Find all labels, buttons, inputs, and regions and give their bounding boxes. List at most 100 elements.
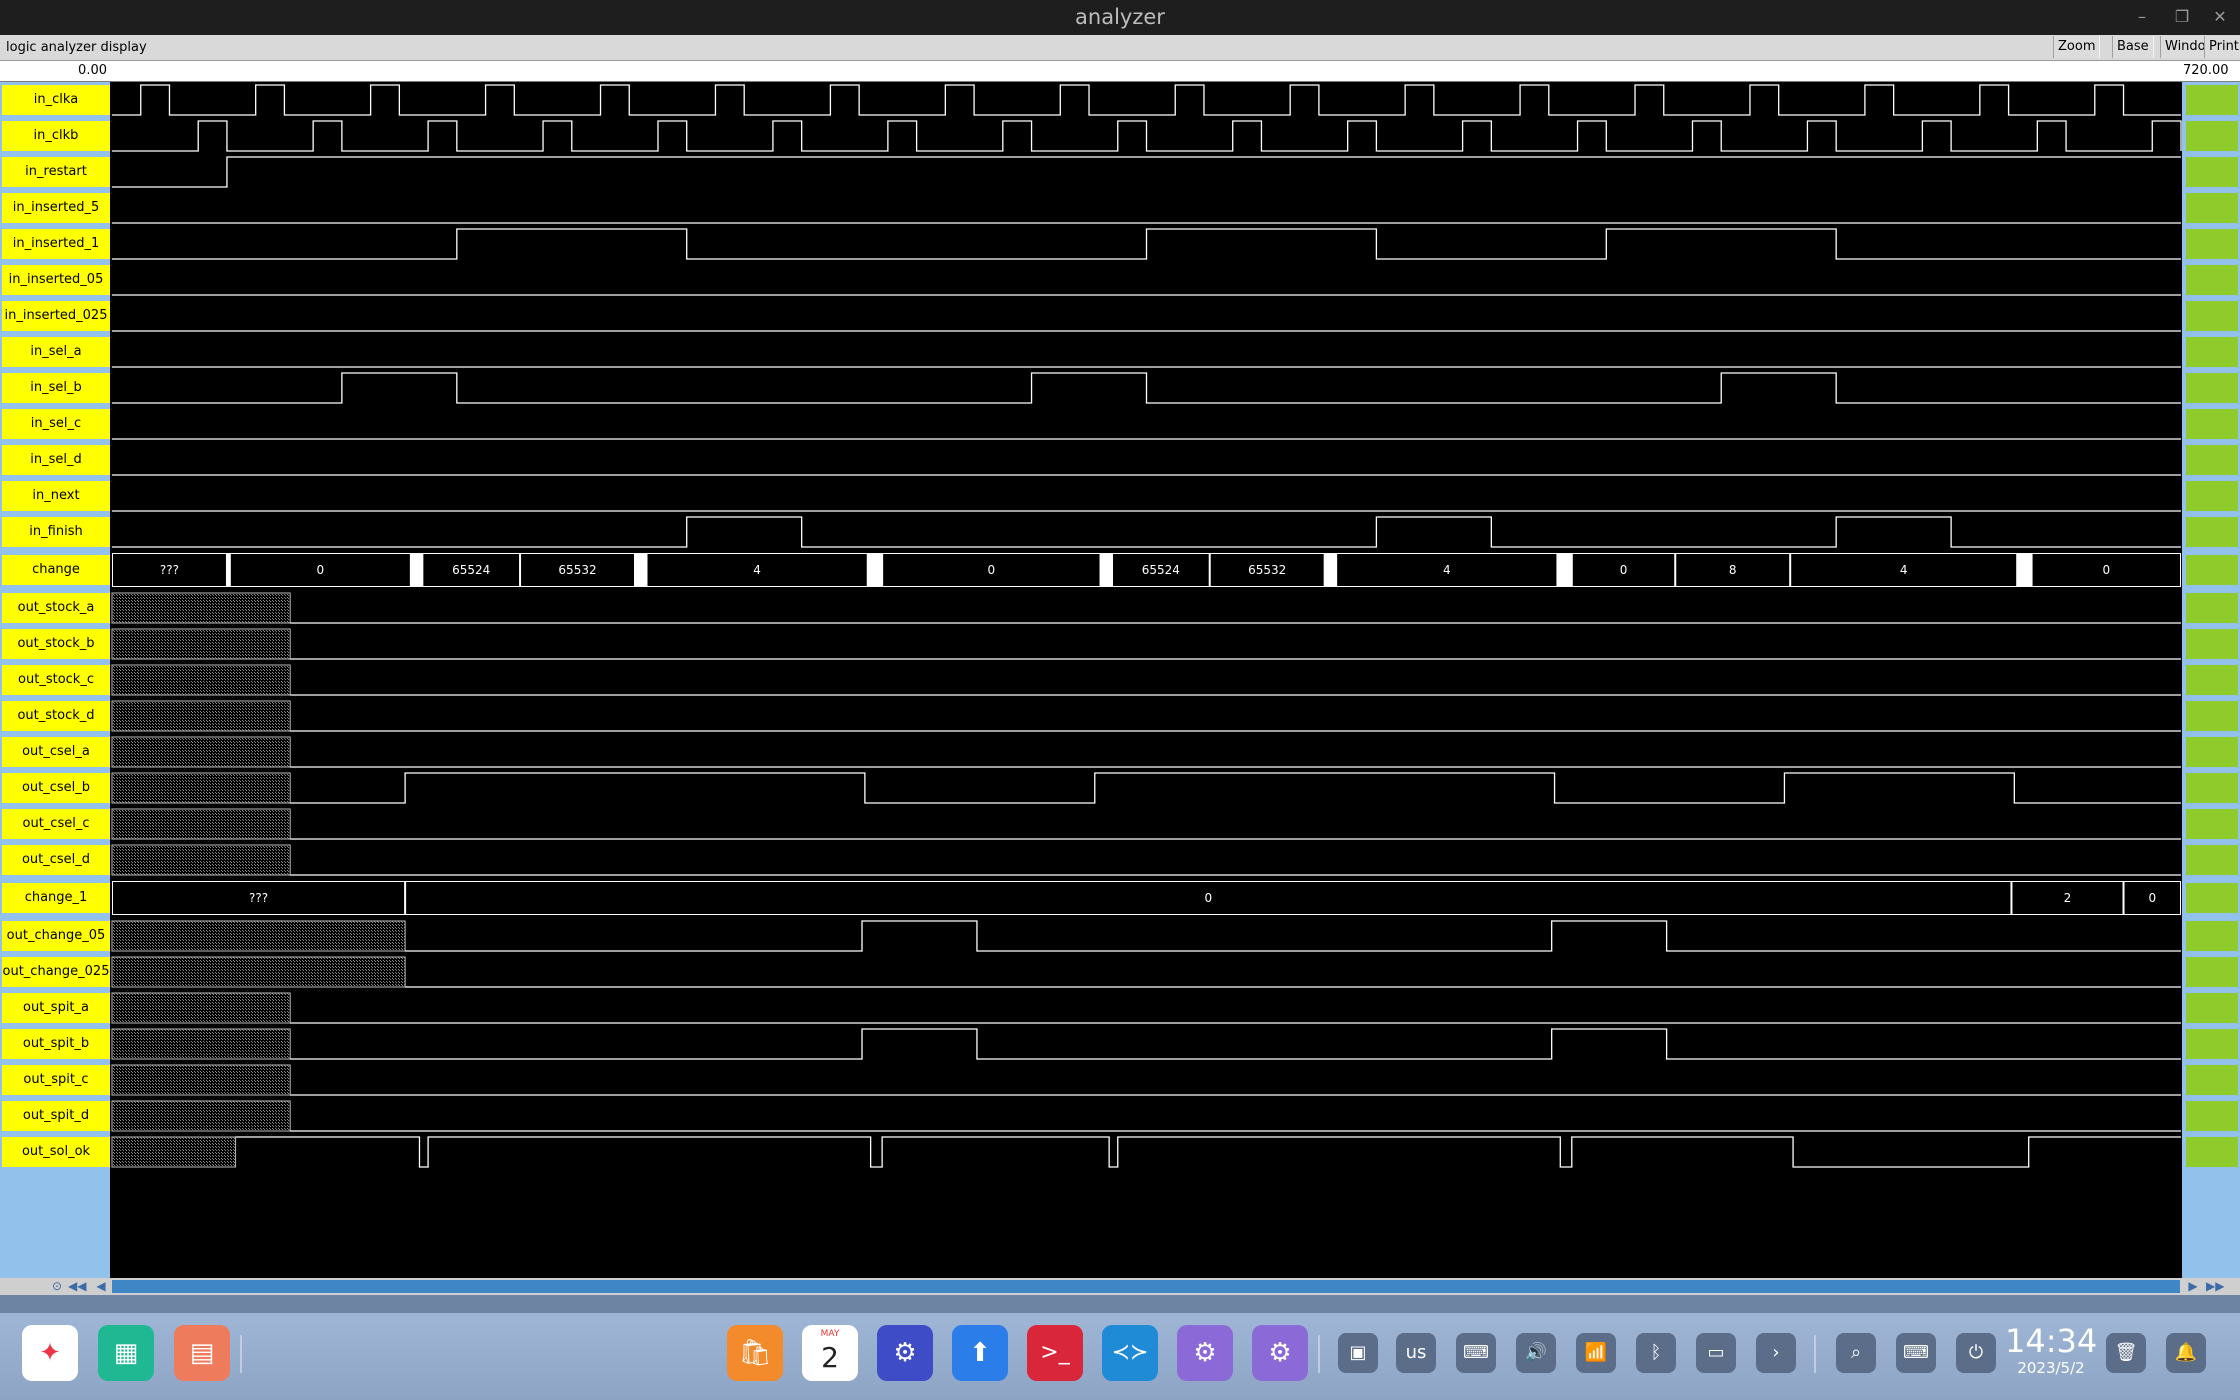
signal-label-out-change-025[interactable]: out_change_025 <box>2 957 110 987</box>
base-button[interactable]: Base <box>2112 36 2154 58</box>
clock-time: 14:34 <box>2005 1322 2098 1360</box>
signal-label-out-spit-d[interactable]: out_spit_d <box>2 1101 110 1131</box>
multitask-view-icon[interactable]: ▦ <box>98 1325 154 1381</box>
zoom-button[interactable]: Zoom <box>2053 36 2101 58</box>
launcher-icon[interactable]: ✦ <box>22 1325 78 1381</box>
waveform-out-csel-b <box>290 772 2181 804</box>
signal-label-in-inserted-05[interactable]: in_inserted_05 <box>2 265 110 295</box>
dock-separator <box>1318 1335 1320 1373</box>
close-button[interactable]: ✕ <box>2202 0 2238 35</box>
settings-icon[interactable]: ⚙ <box>877 1325 933 1381</box>
vscode-icon[interactable]: ≺≻ <box>1102 1325 1158 1381</box>
terminal-icon[interactable]: >_ <box>1027 1325 1083 1381</box>
signal-label-out-sol-ok[interactable]: out_sol_ok <box>2 1137 110 1167</box>
unknown-hatch-out-csel-a <box>111 736 291 768</box>
time-ruler[interactable]: 0.00 720.00 <box>0 61 2240 82</box>
taskbar-dock: ✦ ▦ ▤ 🛍 MAY 2 ⚙ ⬆ >_ ≺≻ ⚙ ⚙ ▣ us ⌨ 🔊 📶 ᛒ… <box>0 1313 2240 1400</box>
battery-icon[interactable]: ▭ <box>1696 1333 1736 1373</box>
forward-icon[interactable]: ▶ <box>2184 1278 2202 1295</box>
unknown-hatch-out-spit-a <box>111 992 291 1024</box>
unknown-hatch-out-csel-d <box>111 844 291 876</box>
calendar-icon[interactable]: MAY 2 <box>802 1325 858 1381</box>
signal-label-in-inserted-5[interactable]: in_inserted_5 <box>2 193 110 223</box>
signal-label-change-1[interactable]: change_1 <box>2 883 110 913</box>
signal-label-in-sel-a[interactable]: in_sel_a <box>2 337 110 367</box>
signal-label-out-stock-c[interactable]: out_stock_c <box>2 665 110 695</box>
signal-label-out-change-05[interactable]: out_change_05 <box>2 921 110 951</box>
signal-value-cell <box>2186 229 2238 259</box>
signal-label-in-restart[interactable]: in_restart <box>2 157 110 187</box>
window-title: analyzer <box>1075 5 1165 29</box>
dock-separator <box>240 1335 242 1373</box>
signal-label-in-sel-b[interactable]: in_sel_b <box>2 373 110 403</box>
signal-label-in-sel-c[interactable]: in_sel_c <box>2 409 110 439</box>
print-button[interactable]: Print <box>2204 36 2240 58</box>
bluetooth-icon[interactable]: ᛒ <box>1636 1333 1676 1373</box>
image-viewer-icon[interactable]: ▣ <box>1338 1333 1378 1373</box>
signal-label-out-csel-c[interactable]: out_csel_c <box>2 809 110 839</box>
signal-label-out-csel-b[interactable]: out_csel_b <box>2 773 110 803</box>
app-store-icon[interactable]: 🛍 <box>727 1325 783 1381</box>
trash-icon[interactable]: 🗑 <box>2106 1333 2146 1373</box>
signal-label-out-spit-a[interactable]: out_spit_a <box>2 993 110 1023</box>
scrollbar-thumb[interactable] <box>112 1280 2180 1293</box>
waveform-out-change-05 <box>405 920 2181 952</box>
waveform-in-clkb <box>112 120 2182 152</box>
deepin-manager-icon[interactable]: ⬆ <box>952 1325 1008 1381</box>
signal-label-out-spit-c[interactable]: out_spit_c <box>2 1065 110 1095</box>
onscreen-keyboard-icon[interactable]: ⌨ <box>1896 1333 1936 1373</box>
rewind-icon[interactable]: ◀◀ <box>68 1278 86 1295</box>
input-method-icon[interactable]: ⌨ <box>1456 1333 1496 1373</box>
signal-value-cell <box>2186 1137 2238 1167</box>
home-icon[interactable]: ⊙ <box>48 1278 66 1295</box>
signal-label-in-next[interactable]: in_next <box>2 481 110 511</box>
signal-label-in-inserted-1[interactable]: in_inserted_1 <box>2 229 110 259</box>
tools-icon[interactable]: ⚙ <box>1177 1325 1233 1381</box>
signal-label-out-csel-a[interactable]: out_csel_a <box>2 737 110 767</box>
tools-icon[interactable]: ⚙ <box>1252 1325 1308 1381</box>
signal-label-in-sel-d[interactable]: in_sel_d <box>2 445 110 475</box>
network-icon[interactable]: 📶 <box>1576 1333 1616 1373</box>
signal-value-cell <box>2186 445 2238 475</box>
signal-label-out-stock-a[interactable]: out_stock_a <box>2 593 110 623</box>
volume-icon[interactable]: 🔊 <box>1516 1333 1556 1373</box>
signal-value-cell <box>2186 121 2238 151</box>
unknown-hatch-out-spit-c <box>111 1064 291 1096</box>
keyboard-layout[interactable]: us <box>1396 1333 1436 1373</box>
bus-value-change: 65524 <box>1142 563 1180 577</box>
signal-value-cell <box>2186 1029 2238 1059</box>
signal-value-cell <box>2186 481 2238 511</box>
back-icon[interactable]: ◀ <box>92 1278 110 1295</box>
notification-icon[interactable]: 🔔 <box>2166 1333 2206 1373</box>
signal-value-cell <box>2186 665 2238 695</box>
signal-label-out-stock-d[interactable]: out_stock_d <box>2 701 110 731</box>
ruler-start: 0.00 <box>78 63 107 78</box>
waveform-area[interactable]: ??? 0 65524 65532 4 0 65524 65532 4 0 8 4 0??? 0 2 0 <box>111 82 2182 1278</box>
signal-value-cell <box>2186 737 2238 767</box>
signal-label-in-inserted-025[interactable]: in_inserted_025 <box>2 301 110 331</box>
unknown-hatch-out-stock-a <box>111 592 291 624</box>
signal-label-out-spit-b[interactable]: out_spit_b <box>2 1029 110 1059</box>
horizontal-scrollbar[interactable]: ⊙ ◀◀ ◀ ▶ ▶▶ <box>0 1278 2240 1295</box>
bus-value-change: 4 <box>1443 563 1451 577</box>
fast-forward-icon[interactable]: ▶▶ <box>2206 1278 2224 1295</box>
unknown-hatch-out-spit-b <box>111 1028 291 1060</box>
signal-label-in-clkb[interactable]: in_clkb <box>2 121 110 151</box>
signal-label-out-stock-b[interactable]: out_stock_b <box>2 629 110 659</box>
signal-value-cell <box>2186 337 2238 367</box>
signal-value-cell <box>2186 157 2238 187</box>
bus-value-change-1: 2 <box>2064 891 2072 905</box>
power-icon[interactable]: ⏻ <box>1956 1333 1996 1373</box>
unknown-hatch-out-spit-d <box>111 1100 291 1132</box>
signal-label-in-finish[interactable]: in_finish <box>2 517 110 547</box>
restore-button[interactable]: ❐ <box>2164 0 2200 35</box>
clock[interactable]: 14:34 2023/5/2 <box>2005 1323 2097 1377</box>
signal-label-change[interactable]: change <box>2 555 110 585</box>
search-icon[interactable]: ⌕ <box>1836 1333 1876 1373</box>
signal-label-in-clka[interactable]: in_clka <box>2 85 110 115</box>
signal-label-out-csel-d[interactable]: out_csel_d <box>2 845 110 875</box>
expand-tray-icon[interactable]: › <box>1756 1333 1796 1373</box>
minimize-button[interactable]: – <box>2124 0 2160 35</box>
signal-value-cell <box>2186 1065 2238 1095</box>
window-manager-icon[interactable]: ▤ <box>174 1325 230 1381</box>
